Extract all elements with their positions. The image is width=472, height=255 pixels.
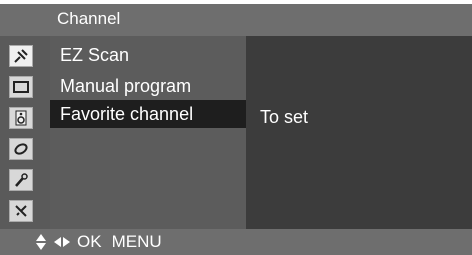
menu-item-label: Favorite channel — [60, 104, 194, 124]
screen-icon[interactable] — [9, 76, 33, 98]
menu-item-favorite-channel[interactable]: Favorite channel — [50, 100, 246, 128]
up-down-arrow-icon — [36, 234, 46, 250]
antenna-icon[interactable] — [9, 45, 33, 67]
tv-osd: Channel EZ Scan Manual program Favorite … — [0, 0, 472, 255]
title-bar: Channel — [0, 4, 472, 36]
sound-icon[interactable] — [9, 107, 33, 129]
setup-icon[interactable] — [9, 200, 33, 222]
menu-item-label: EZ Scan — [60, 45, 130, 65]
ok-hint: OK — [77, 232, 102, 251]
menu-hint: MENU — [111, 232, 162, 251]
menu-item-ez-scan[interactable]: EZ Scan — [50, 41, 246, 69]
left-right-arrow-icon — [54, 237, 70, 247]
time-icon[interactable] — [9, 138, 33, 160]
submenu-panel: To set — [246, 36, 472, 229]
channel-menu: EZ Scan Manual program Favorite channel — [50, 36, 246, 229]
menu-item-label: Manual program — [60, 76, 192, 96]
submenu-value[interactable]: To set — [260, 103, 308, 131]
menu-item-manual-program[interactable]: Manual program — [50, 72, 246, 100]
category-sidebar — [0, 36, 50, 229]
menu-title: Channel — [57, 9, 121, 28]
lock-key-icon[interactable] — [9, 169, 33, 191]
navigation-hint-bar: OK MENU — [0, 229, 472, 255]
